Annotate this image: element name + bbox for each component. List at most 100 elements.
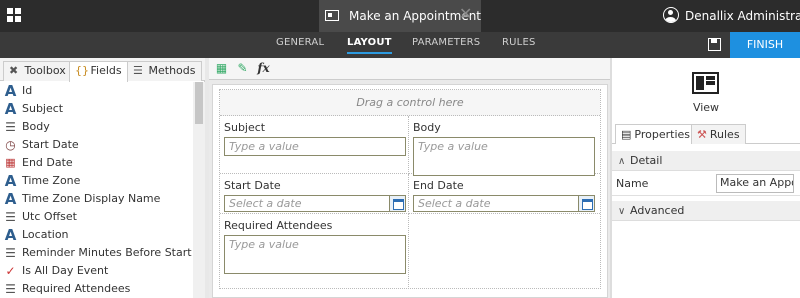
- cell-required-attendees: Required Attendees Type a value: [220, 214, 409, 289]
- field-label: Utc Offset: [22, 210, 77, 223]
- tab-parameters[interactable]: PARAMETERS: [412, 37, 480, 48]
- drag-control-placeholder[interactable]: Drag a control here: [220, 90, 600, 116]
- user-name: Denallix Administrator: [685, 9, 800, 23]
- tab-rules-label: Rules: [709, 128, 740, 141]
- scrollbar-thumb[interactable]: [195, 82, 203, 124]
- tab-toolbox[interactable]: ✖ Toolbox: [3, 61, 72, 81]
- body-label: Body: [413, 121, 441, 134]
- field-item[interactable]: ☰ Body: [0, 118, 193, 136]
- canvas-toolbar: ▦ ✎ fx: [209, 58, 610, 80]
- tab-methods[interactable]: ☰ Methods: [127, 61, 202, 81]
- required-attendees-textarea[interactable]: Type a value: [224, 235, 406, 274]
- field-item[interactable]: ☰ Reminder Minutes Before Start: [0, 244, 193, 262]
- advanced-section-header[interactable]: ∨ Advanced: [612, 201, 800, 221]
- tab-toolbox-label: Toolbox: [24, 64, 66, 77]
- properties-panel: View ▤ Properties ⚒ Rules ∧ Detail Name Mak…: [612, 58, 800, 298]
- field-list-scrollbar[interactable]: [193, 82, 205, 298]
- field-label: Location: [22, 228, 69, 241]
- text-a-icon: A: [4, 226, 17, 244]
- close-icon[interactable]: ✕: [459, 6, 472, 22]
- start-date-placeholder: Select a date: [229, 197, 302, 210]
- field-label: Is All Day Event: [22, 264, 109, 277]
- property-row: Name Make an Appointment: [612, 172, 800, 196]
- field-label: Start Date: [22, 138, 79, 151]
- field-item[interactable]: A Time Zone Display Name: [0, 190, 193, 208]
- end-date-label: End Date: [413, 179, 464, 192]
- tab-methods-label: Methods: [148, 64, 196, 77]
- form-table: Drag a control here Subject Type a value…: [219, 89, 601, 289]
- tab-layout[interactable]: LAYOUT: [347, 37, 392, 54]
- property-value-input[interactable]: Make an Appointment: [716, 174, 794, 193]
- table-icon[interactable]: ▦: [214, 61, 229, 76]
- cell-empty[interactable]: [409, 214, 600, 289]
- chevron-up-icon: ∧: [618, 156, 626, 167]
- tab-properties[interactable]: ▤ Properties: [615, 124, 696, 144]
- boolean-icon: ✓: [5, 264, 16, 278]
- gavel-icon: ⚒: [697, 128, 707, 141]
- field-item[interactable]: ☰ Utc Offset: [0, 208, 193, 226]
- required-attendees-label: Required Attendees: [224, 219, 333, 232]
- expression-icon[interactable]: fx: [256, 61, 271, 76]
- wrench-icon: ✖: [9, 64, 19, 77]
- chevron-down-icon: ∨: [618, 206, 626, 217]
- tab-fields-label: Fields: [90, 64, 122, 77]
- properties-icon: ▤: [621, 128, 632, 141]
- braces-icon: {}: [75, 64, 89, 77]
- datetime-icon: ▦: [5, 156, 16, 169]
- field-item[interactable]: A Location: [0, 226, 193, 244]
- document-tab[interactable]: Make an Appointment ✕: [319, 0, 481, 32]
- design-canvas: ▦ ✎ fx Drag a control here Subject Type …: [209, 58, 610, 298]
- field-label: Required Attendees: [22, 282, 131, 295]
- tab-rules[interactable]: RULES: [502, 37, 536, 48]
- field-label: Body: [22, 120, 50, 133]
- left-panel: ✖ Toolbox {} Fields ☰ Methods A Id A Subje…: [0, 58, 205, 298]
- field-label: Time Zone Display Name: [22, 192, 161, 205]
- top-bar: Make an Appointment ✕ Denallix Administr…: [0, 0, 800, 32]
- text-a-icon: A: [4, 82, 17, 100]
- field-label: Reminder Minutes Before Start: [22, 246, 192, 259]
- field-label: End Date: [22, 156, 73, 169]
- number-icon: ☰: [5, 246, 16, 260]
- advanced-section-label: Advanced: [630, 204, 685, 217]
- calendar-icon[interactable]: [389, 195, 406, 212]
- cell-start-date: Start Date Select a date: [220, 174, 409, 214]
- field-item[interactable]: A Subject: [0, 100, 193, 118]
- body-textarea[interactable]: Type a value: [413, 137, 595, 176]
- field-item[interactable]: A Time Zone: [0, 172, 193, 190]
- text-a-icon: A: [4, 100, 17, 118]
- wizard-nav: GENERAL LAYOUT PARAMETERS RULES: [0, 32, 800, 58]
- detail-section-header[interactable]: ∧ Detail: [612, 151, 800, 171]
- field-item[interactable]: ☰ Required Attendees: [0, 280, 193, 298]
- finish-button[interactable]: FINISH: [730, 32, 800, 58]
- field-list: A Id A Subject ☰ Body ◷ Start Date ▦ End Date…: [0, 82, 193, 298]
- calendar-icon[interactable]: [578, 195, 595, 212]
- app-launcher-icon[interactable]: [7, 8, 21, 22]
- tab-general[interactable]: GENERAL: [276, 37, 324, 48]
- edit-table-icon[interactable]: ✎: [235, 61, 250, 76]
- tab-rules-panel[interactable]: ⚒ Rules: [691, 124, 746, 144]
- save-icon[interactable]: [708, 38, 721, 51]
- properties-tabs: ▤ Properties ⚒ Rules: [612, 122, 800, 144]
- multiline-icon: ☰: [5, 282, 16, 296]
- field-item[interactable]: ▦ End Date: [0, 154, 193, 172]
- field-item[interactable]: A Id: [0, 82, 193, 100]
- detail-section-label: Detail: [630, 154, 663, 167]
- cell-body: Body Type a value: [409, 116, 600, 176]
- multiline-icon: ☰: [5, 120, 16, 134]
- subject-label: Subject: [224, 121, 266, 134]
- end-date-placeholder: Select a date: [418, 197, 491, 210]
- cell-end-date: End Date Select a date: [409, 174, 600, 214]
- text-a-icon: A: [4, 190, 17, 208]
- form-icon: [325, 10, 339, 21]
- view-icon: [692, 72, 719, 94]
- start-date-picker[interactable]: Select a date: [224, 195, 406, 212]
- subject-input[interactable]: Type a value: [224, 137, 406, 156]
- field-label: Id: [22, 84, 33, 97]
- tab-fields[interactable]: {} Fields: [69, 61, 128, 82]
- tab-properties-label: Properties: [634, 128, 690, 141]
- field-label: Subject: [22, 102, 64, 115]
- field-item[interactable]: ✓ Is All Day Event: [0, 262, 193, 280]
- end-date-picker[interactable]: Select a date: [413, 195, 595, 212]
- left-panel-tabs: ✖ Toolbox {} Fields ☰ Methods: [0, 58, 205, 82]
- field-item[interactable]: ◷ Start Date: [0, 136, 193, 154]
